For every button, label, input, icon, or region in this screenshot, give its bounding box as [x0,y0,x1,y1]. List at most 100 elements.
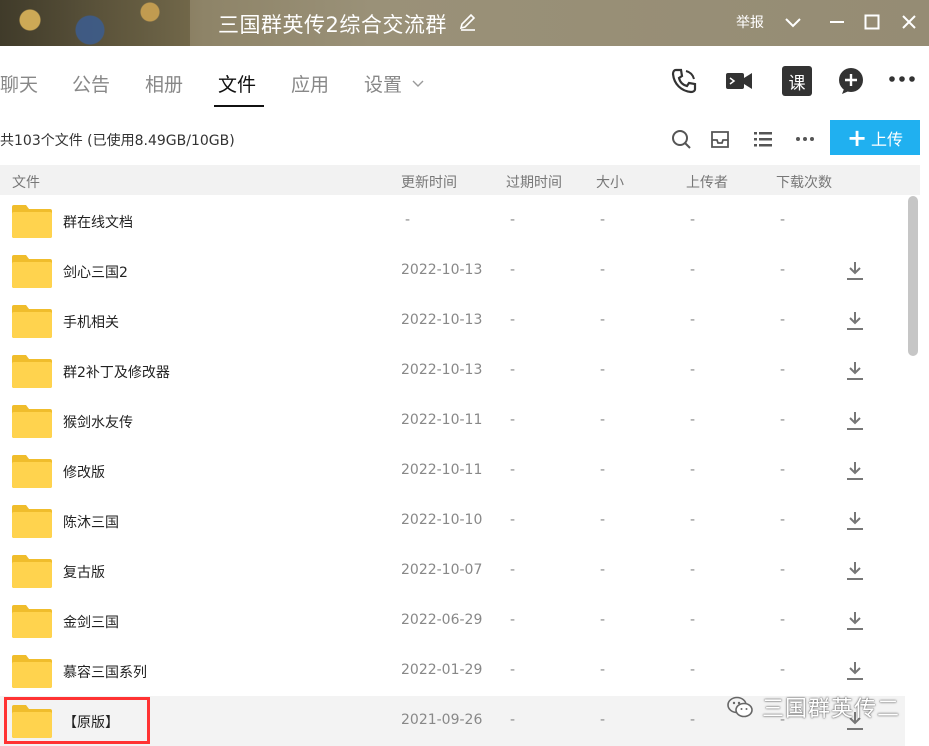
highlight-annotation [4,697,150,744]
table-row[interactable]: 猴剑水友传 2022-10-11 - - - - [0,396,905,446]
uploader-cell: - [690,512,696,528]
table-row[interactable]: 剑心三国2 2022-10-13 - - - - [0,246,905,296]
tab-album[interactable]: 相册 [145,70,183,97]
column-uploader[interactable]: 上传者 [686,172,728,192]
download-icon[interactable] [845,410,865,432]
close-icon[interactable] [897,10,921,34]
expires-cell: - [510,212,516,228]
size-cell: - [600,462,606,478]
inbox-icon[interactable] [709,128,731,150]
download-icon[interactable] [845,610,865,632]
minimize-icon[interactable] [825,10,849,34]
edit-icon[interactable] [458,12,478,32]
upload-button[interactable]: + 上传 [830,120,920,155]
size-cell: - [600,312,606,328]
tab-files[interactable]: 文件 [218,70,256,97]
column-updated[interactable]: 更新时间 [401,172,457,192]
report-button[interactable]: 举报 [736,12,764,32]
folder-icon [12,655,52,688]
expires-cell: - [510,312,516,328]
uploader-cell: - [690,312,696,328]
column-expires[interactable]: 过期时间 [506,172,562,192]
more-menu-icon[interactable] [887,66,917,96]
download-icon[interactable] [845,310,865,332]
video-icon[interactable] [724,66,754,96]
watermark: 三国群英传二 [726,692,900,722]
upload-label: 上传 [871,129,904,149]
download-icon[interactable] [845,660,865,682]
list-view-icon[interactable] [752,128,774,150]
file-name[interactable]: 剑心三国2 [63,262,128,282]
search-icon[interactable] [670,128,692,150]
download-icon[interactable] [845,260,865,282]
file-name[interactable]: 猴剑水友传 [63,412,133,432]
table-row[interactable]: 复古版 2022-10-07 - - - - [0,546,905,596]
uploader-cell: - [690,712,696,728]
uploader-cell: - [690,462,696,478]
downloads-cell: - [780,562,786,578]
scroll-thumb[interactable] [908,196,918,356]
size-cell: - [600,212,606,228]
tab-apps[interactable]: 应用 [291,70,329,97]
maximize-icon[interactable] [860,10,884,34]
downloads-cell: - [780,362,786,378]
file-name[interactable]: 金剑三国 [63,612,119,632]
table-row[interactable]: 陈沐三国 2022-10-10 - - - - [0,496,905,546]
updated-cell: 2022-01-29 [401,662,483,678]
folder-icon [12,405,52,438]
file-name[interactable]: 修改版 [63,462,105,482]
tab-announcement[interactable]: 公告 [72,70,110,97]
table-row[interactable]: 修改版 2022-10-11 - - - - [0,446,905,496]
expires-cell: - [510,662,516,678]
updated-cell: - [405,212,411,228]
course-icon[interactable]: 课 [782,66,812,96]
size-cell: - [600,362,606,378]
updated-cell: 2022-10-13 [401,362,483,378]
updated-cell: 2022-10-13 [401,262,483,278]
download-icon[interactable] [845,510,865,532]
uploader-cell: - [690,412,696,428]
expires-cell: - [510,412,516,428]
file-name[interactable]: 群在线文档 [63,212,133,232]
settings-chevron-icon[interactable] [411,76,425,90]
file-name[interactable]: 群2补丁及修改器 [63,362,170,382]
scrollbar[interactable] [906,196,920,746]
size-cell: - [600,512,606,528]
column-file[interactable]: 文件 [12,172,40,192]
chevron-down-icon[interactable] [781,10,805,34]
file-name[interactable]: 手机相关 [63,312,119,332]
tab-chat[interactable]: 聊天 [0,70,38,97]
group-title[interactable]: 三国群英传2综合交流群 [218,9,447,39]
table-row[interactable]: 群在线文档 - - - - - [0,196,905,246]
expires-cell: - [510,712,516,728]
more-icon[interactable] [794,128,816,150]
add-icon[interactable] [836,66,866,96]
table-row[interactable]: 手机相关 2022-10-13 - - - - [0,296,905,346]
column-size[interactable]: 大小 [596,172,624,192]
folder-icon [12,455,52,488]
tab-settings[interactable]: 设置 [364,70,402,97]
downloads-cell: - [780,412,786,428]
expires-cell: - [510,362,516,378]
downloads-cell: - [780,212,786,228]
expires-cell: - [510,512,516,528]
updated-cell: 2022-10-07 [401,562,483,578]
uploader-cell: - [690,662,696,678]
file-name[interactable]: 慕容三国系列 [63,662,147,682]
phone-icon[interactable] [669,66,699,96]
download-icon[interactable] [845,460,865,482]
file-name[interactable]: 复古版 [63,562,105,582]
uploader-cell: - [690,212,696,228]
active-tab-indicator [214,105,264,107]
group-banner-image [0,0,190,46]
download-icon[interactable] [845,360,865,382]
table-row[interactable]: 慕容三国系列 2022-01-29 - - - - [0,646,905,696]
column-downloads[interactable]: 下载次数 [776,172,832,192]
table-row[interactable]: 金剑三国 2022-06-29 - - - - [0,596,905,646]
download-icon[interactable] [845,560,865,582]
size-cell: - [600,712,606,728]
size-cell: - [600,412,606,428]
file-name[interactable]: 陈沐三国 [63,512,119,532]
table-row[interactable]: 群2补丁及修改器 2022-10-13 - - - - [0,346,905,396]
plus-icon: + [846,123,868,152]
